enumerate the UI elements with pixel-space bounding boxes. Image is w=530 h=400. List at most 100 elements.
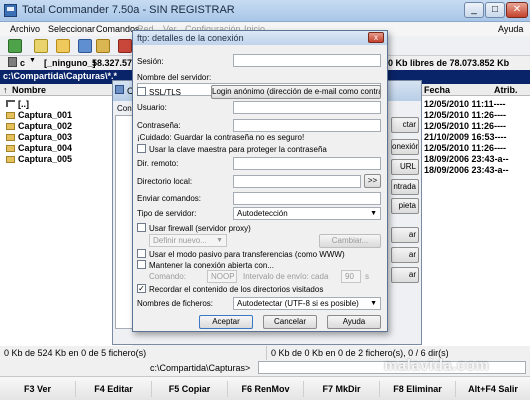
list-item[interactable]: Captura_002 [6,121,72,132]
server-type-select[interactable]: Autodetección ▼ [233,207,381,220]
interval-input[interactable]: 90 [341,270,361,283]
thumbnail-icon[interactable] [96,39,110,53]
change-firewall-button[interactable]: Cambiar... [319,234,381,248]
ftp-dialog-titlebar: ftp: detalles de la conexión x [133,31,387,45]
ssl-checkbox[interactable] [137,87,146,96]
ftp-dialog-close-button[interactable]: x [368,32,384,43]
new-url-button[interactable]: URL [391,159,419,175]
interval-unit: s [365,272,369,281]
table-row[interactable]: 12/05/2010 11:26---- [424,121,506,132]
send-commands-input[interactable] [233,192,381,205]
firewall-checkbox[interactable] [137,223,146,232]
session-label: Sesión: [137,57,164,66]
remember-dirs-label: Recordar el contenido de los directorios… [149,285,324,294]
password-input[interactable] [233,119,381,132]
keepalive-checkbox[interactable] [137,260,146,269]
f6-move-button[interactable]: F6 RenMov [228,381,304,397]
filenames-select[interactable]: Autodetectar (UTF-8 si es posible) ▼ [233,297,381,310]
folder-icon [6,134,15,141]
table-row[interactable]: 21/10/2009 16:53---- [424,132,507,143]
chevron-down-icon: ▼ [370,300,377,307]
window-title: Total Commander 7.50a - SIN REGISTRAR [22,4,235,16]
edit-button[interactable]: ar [391,227,419,243]
connection-list[interactable] [115,115,133,329]
list-item[interactable]: [..] [6,99,29,110]
table-row[interactable]: 12/05/2010 11:26---- [424,110,506,121]
sort-arrow-icon: ↑ [3,85,8,95]
list-item-label: [..] [18,99,29,109]
menu-archivo[interactable]: Archivo [10,24,40,34]
list-item-label: Captura_004 [18,143,73,153]
remote-dir-label: Dir. remoto: [137,159,179,168]
menu-ayuda[interactable]: Ayuda [498,24,523,34]
chevron-down-icon: ▼ [370,210,377,217]
ftp-dialog-title: ftp: detalles de la conexión [137,33,244,43]
chevron-down-icon[interactable]: ▼ [29,57,36,64]
remember-dirs-checkbox[interactable]: ✓ [137,284,146,293]
maximize-button[interactable]: □ [485,2,505,18]
ssl-label: SSL/TLS [149,88,182,97]
delete-button[interactable]: ar [391,247,419,263]
column-name[interactable]: Nombre [12,85,46,95]
f5-copy-button[interactable]: F5 Copiar [152,381,228,397]
help-button[interactable]: Ayuda [327,315,381,329]
folder-icon [6,156,15,163]
watermark: malavida.com [384,357,490,374]
refresh-icon[interactable] [8,39,22,53]
new-folder-button[interactable]: pieta [391,198,419,214]
list-item-label: Captura_005 [18,154,73,164]
passive-mode-checkbox[interactable] [137,249,146,258]
new-connection-button[interactable]: onexión... [391,139,419,155]
left-drive-letter[interactable]: c [20,58,25,68]
table-row[interactable]: 18/09/2006 23:43-a-- [424,165,509,176]
browse-button[interactable]: >> [364,174,381,188]
function-key-bar: F3 Ver F4 Editar F5 Copiar F6 RenMov F7 … [0,376,530,400]
f3-view-button[interactable]: F3 Ver [0,381,76,397]
full-view-icon[interactable] [56,39,70,53]
left-drive-bar: c ▼ [_ninguno_] 58.327.576 [0,56,137,70]
firewall-select[interactable]: Definir nuevo... ▼ [149,234,227,247]
remote-dir-input[interactable] [233,157,381,170]
list-item[interactable]: Captura_003 [6,132,72,143]
f7-mkdir-button[interactable]: F7 MkDir [304,381,380,397]
right-drive-bar: 0 Kb libres de 78.073.852 Kb [388,56,530,70]
folder-icon [6,123,15,130]
command-select[interactable]: NOOP [207,270,237,283]
list-item-label: Captura_002 [18,121,73,131]
f8-delete-button[interactable]: F8 Eliminar [380,381,456,397]
column-date[interactable]: Fecha [424,85,450,95]
list-item[interactable]: Captura_005 [6,154,72,165]
folder-icon [6,112,15,119]
list-item[interactable]: Captura_004 [6,143,72,154]
sort-icon[interactable] [118,39,132,53]
user-label: Usuario: [137,103,167,112]
password-warning: ¡Cuidado: Guardar la contraseña no es se… [137,133,305,142]
session-input[interactable] [233,54,381,67]
table-row[interactable]: 12/05/2010 11:26---- [424,143,506,154]
master-password-checkbox[interactable] [137,144,146,153]
list-item[interactable]: Captura_001 [6,110,72,121]
table-row[interactable]: 18/09/2006 23:43-a-- [424,154,509,165]
cancel-button[interactable]: Cancelar [263,315,317,329]
command-value: NOOP [211,272,235,281]
minimize-button[interactable]: _ [464,2,484,18]
password-label: Contraseña: [137,121,181,130]
tree-view-icon[interactable] [78,39,92,53]
close-dialog-button[interactable]: ar [391,267,419,283]
connect-button[interactable]: ctar [391,117,419,133]
f4-edit-button[interactable]: F4 Editar [76,381,152,397]
anonymous-login-button[interactable]: Login anónimo (dirección de e-mail como … [211,85,381,99]
close-button[interactable]: ✕ [506,2,528,18]
table-row[interactable]: 12/05/2010 11:11---- [424,99,506,110]
column-attr[interactable]: Atrib. [494,85,518,95]
ok-button[interactable]: Aceptar [199,315,253,329]
local-dir-input[interactable] [233,175,361,188]
menu-seleccionar[interactable]: Seleccionar [48,24,95,34]
duplicate-entry-button[interactable]: ntrada [391,179,419,195]
filenames-label: Nombres de ficheros: [137,299,214,308]
local-dir-label: Directorio local: [137,177,193,186]
keepalive-label: Mantener la conexión abierta con... [149,261,274,270]
exit-button[interactable]: Alt+F4 Salir [456,381,530,397]
brief-view-icon[interactable] [34,39,48,53]
user-input[interactable] [233,101,381,114]
